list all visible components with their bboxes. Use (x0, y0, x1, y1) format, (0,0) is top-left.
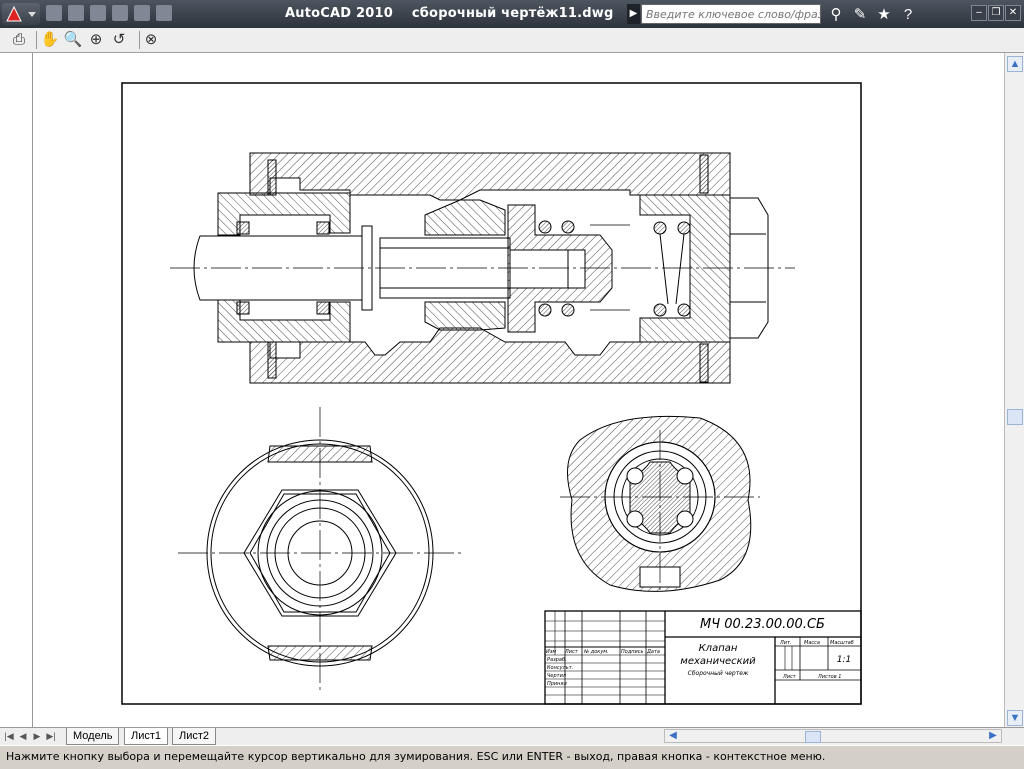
zoom-previous-icon[interactable]: ↺ (109, 30, 129, 50)
autocad-logo-icon (6, 5, 36, 22)
tab-sheet2[interactable]: Лист2 (172, 728, 217, 745)
drawing-sheet[interactable]: МЧ 00.23.00.00.СБ Клапан механический Сб… (0, 53, 1004, 727)
app-title: AutoCAD 2010 (285, 6, 393, 21)
binoculars-icon[interactable]: ⚲ (826, 5, 846, 23)
next-tab-icon[interactable]: ▶ (31, 729, 43, 743)
drawing-name-line1: Клапан (699, 643, 738, 654)
scroll-up-icon[interactable]: ▲ (1007, 56, 1023, 72)
hscroll-thumb[interactable] (805, 731, 821, 743)
row-razrab-label: Разраб. (547, 657, 567, 663)
window-title: AutoCAD 2010 сборочный чертёж11.dwg (285, 6, 614, 21)
layout-tab-bar: |◀ ◀ ▶ ▶| Модель Лист1 Лист2 ◀ ▶ (0, 727, 1024, 745)
horizontal-scrollbar[interactable]: ◀ ▶ (664, 729, 1002, 743)
col-doc-label: № докум. (583, 649, 609, 655)
infocenter-icons: ⚲ ✎ ★ ? (826, 4, 918, 24)
favorites-icon[interactable]: ★ (874, 5, 894, 23)
col-list-label: Лист (564, 649, 579, 655)
file-title: сборочный чертёж11.dwg (411, 6, 614, 21)
vertical-scrollbar[interactable]: ▲ ▼ (1004, 53, 1024, 727)
open-icon[interactable] (68, 5, 84, 21)
main-section-view (170, 152, 795, 384)
application-menu-button[interactable] (2, 3, 40, 25)
undo-icon[interactable] (112, 5, 128, 21)
communication-center-icon[interactable]: ✎ (850, 5, 870, 23)
help-icon[interactable]: ? (898, 6, 918, 23)
prev-tab-icon[interactable]: ◀ (17, 729, 29, 743)
new-icon[interactable] (46, 5, 62, 21)
search-expand-icon[interactable]: ▶ (627, 4, 640, 24)
search-input[interactable]: Введите ключевое слово/фразу (641, 4, 821, 24)
title-bar: AutoCAD 2010 сборочный чертёж11.dwg ▶ Вв… (0, 0, 1024, 28)
toolbar-separator (36, 31, 37, 49)
row-chertil-label: Чертил (547, 673, 567, 679)
massa-label: Масса (804, 640, 820, 646)
zoom-realtime-icon[interactable]: 🔍 (63, 30, 83, 50)
print-icon[interactable]: ⎙ (9, 30, 29, 50)
end-view (178, 407, 462, 690)
scroll-thumb[interactable] (1007, 409, 1023, 425)
scroll-right-icon[interactable]: ▶ (986, 730, 1000, 742)
zoom-window-icon[interactable]: ⊕ (86, 30, 106, 50)
tab-sheet1[interactable]: Лист1 (124, 728, 169, 745)
listov-label: Листов 1 (817, 674, 841, 680)
minimize-icon[interactable]: – (971, 5, 987, 21)
col-izm-label: Изм (546, 649, 556, 655)
last-tab-icon[interactable]: ▶| (45, 729, 57, 743)
first-tab-icon[interactable]: |◀ (3, 729, 15, 743)
title-block-text: МЧ 00.23.00.00.СБ Клапан механический Сб… (546, 617, 854, 687)
masshtab-label: Масштаб (830, 640, 854, 646)
save-icon[interactable] (90, 5, 106, 21)
row-prinyal-label: Принял (547, 681, 567, 687)
tab-model[interactable]: Модель (66, 728, 120, 745)
scroll-left-icon[interactable]: ◀ (666, 730, 680, 742)
drawing-name-line2: механический (680, 656, 756, 667)
pan-icon[interactable]: ✋ (40, 30, 60, 50)
lit-label: Лит. (779, 640, 792, 646)
drawing-designation: МЧ 00.23.00.00.СБ (700, 617, 825, 632)
scroll-down-icon[interactable]: ▼ (1007, 710, 1023, 726)
scale-value: 1:1 (837, 655, 851, 665)
quick-access-toolbar (46, 5, 172, 23)
toolbar-separator (139, 31, 140, 49)
col-sign-label: Подпись (621, 649, 644, 655)
plot-icon[interactable] (156, 5, 172, 21)
row-konsult-label: Консульт. (547, 665, 573, 671)
redo-icon[interactable] (134, 5, 150, 21)
col-date-label: Дата (646, 649, 660, 655)
restore-icon[interactable]: ❐ (988, 5, 1004, 21)
list-label: Лист (782, 674, 797, 680)
preview-toolbar: ⎙ ✋ 🔍 ⊕ ↺ ⊗ (0, 28, 1024, 53)
window-controls: – ❐ ✕ (971, 5, 1021, 21)
close-icon[interactable]: ✕ (1005, 5, 1021, 21)
close-preview-icon[interactable]: ⊗ (141, 30, 161, 50)
command-prompt: Нажмите кнопку выбора и перемещайте курс… (0, 745, 1024, 769)
drawing-doc-type: Сборочный чертеж (688, 670, 749, 677)
cross-section-view (560, 415, 760, 592)
